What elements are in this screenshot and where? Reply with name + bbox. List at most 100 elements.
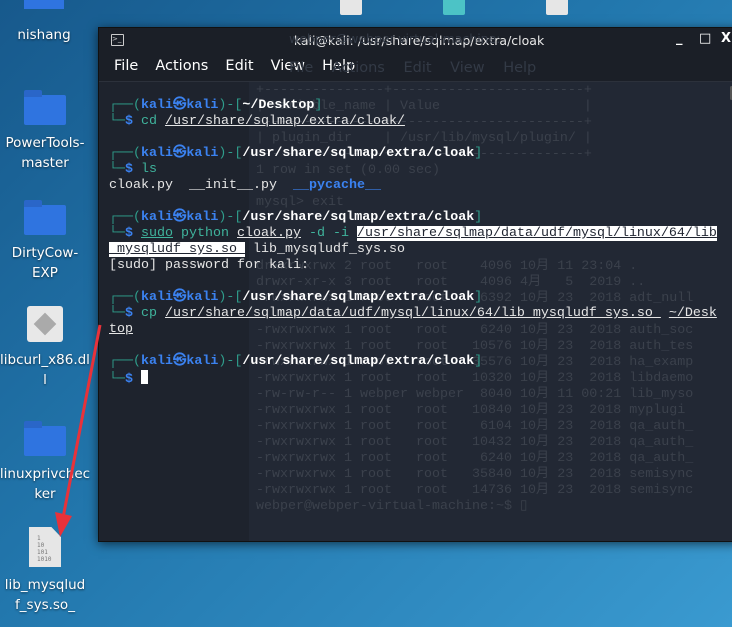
icon-label: PowerTools-master (5, 135, 85, 171)
terminal-text: ls (141, 162, 157, 177)
terminal-text: __pycache__ (292, 178, 381, 193)
glyph-text: 1010 (37, 556, 52, 563)
terminal-text: $ (125, 162, 141, 177)
desktop-icon-dirtycow[interactable]: DirtyCow-EXP (0, 200, 93, 283)
icon-label: libcurl_x86.dll (0, 352, 90, 388)
minimize-button[interactable]: _ (676, 31, 683, 46)
terminal-text: /usr/share/sqlmap/extra/cloak (242, 290, 475, 305)
background-window-line: -rwxrwxrwx 1 root root 14736 10月 23 2018… (256, 483, 694, 498)
background-window-line: -rwxrwxrwx 1 root root 35840 10月 23 2018… (256, 467, 694, 482)
terminal-text: /usr/share/sqlmap/extra/cloak (242, 146, 475, 161)
terminal-line: top (109, 322, 717, 338)
background-window-line: webper@webper-virtual-machine:~$ ▯ (256, 499, 528, 514)
terminal-text: cp (141, 306, 165, 321)
background-window-line: -rwxrwxrwx 1 root root 6240 10月 23 2018 … (256, 451, 694, 466)
background-window-line: -rw-rw-r-- 1 webper webper 8040 10月 11 0… (256, 387, 694, 402)
terminal-line: ┌──(kali㉿kali)-[/usr/share/sqlmap/extra/… (109, 354, 717, 370)
terminal-text: )-[ (218, 354, 243, 369)
icon-label: linuxprivchecker (0, 466, 91, 502)
terminal-text: kali㉿kali (141, 210, 219, 225)
terminal-text: ~/Desktop (242, 98, 315, 113)
terminal-text: └─ (109, 372, 125, 387)
desktop-icon-linuxprivchecker[interactable]: linuxprivchecker (0, 421, 93, 504)
terminal-line: ┌──(kali㉿kali)-[/usr/share/sqlmap/extra/… (109, 290, 717, 306)
terminal-text: ┌──( (109, 146, 141, 161)
terminal-text: /usr/share/sqlmap/extra/cloak (242, 210, 475, 225)
background-window-title: webper@webper-virtual-machine: (289, 31, 501, 46)
close-button[interactable]: X (721, 31, 731, 46)
partial-app-icon[interactable] (443, 0, 465, 15)
binary-file-icon: 1 10 101 1010 (29, 527, 61, 567)
terminal-text: -d -i (301, 226, 357, 241)
terminal-text: ┌──( (109, 98, 141, 113)
terminal-text: ] (314, 98, 323, 113)
background-window-line: -rwxrwxrwx 1 root root 10432 10月 23 2018… (256, 435, 694, 450)
terminal-text: $ (125, 226, 141, 241)
terminal-text: kali㉿kali (141, 146, 219, 161)
terminal-output[interactable]: ┌──(kali㉿kali)-[~/Desktop] └─$ cd /usr/sh… (109, 98, 717, 387)
folder-icon (24, 421, 66, 456)
background-window-menu: File Actions Edit View Help (289, 60, 536, 76)
cursor (141, 370, 148, 384)
desktop-icon-libcurl[interactable]: libcurl_x86.dll (0, 306, 93, 390)
glyph-text: 1 (37, 535, 41, 542)
terminal-line: └─$ sudo python cloak.py -d -i /usr/shar… (109, 226, 717, 242)
terminal-line: [sudo] password for kali: (109, 258, 717, 274)
folder-icon (24, 90, 66, 125)
terminal-text: └─ (109, 306, 125, 321)
terminal-text: ┌──( (109, 290, 141, 305)
terminal-text: /usr/share/sqlmap/data/udf/mysql/linux/6… (357, 226, 717, 241)
terminal-text: )-[ (218, 210, 243, 225)
terminal-text: /usr/share/sqlmap/extra/cloak/ (165, 114, 405, 129)
maximize-button[interactable]: □ (699, 31, 711, 46)
terminal-text: _mysqludf_sys.so (109, 242, 245, 257)
terminal-text: cd (141, 114, 165, 129)
terminal-line: └─$ (109, 370, 717, 387)
menu-file[interactable]: File (114, 58, 138, 74)
terminal-line: └─$ cp /usr/share/sqlmap/data/udf/mysql/… (109, 306, 717, 322)
terminal-text: kali㉿kali (141, 290, 219, 305)
background-window-line: -rwxrwxrwx 1 root root 10840 10月 23 2018… (256, 403, 686, 418)
bg-menu-item: Actions (331, 60, 385, 76)
terminal-text: ┌──( (109, 354, 141, 369)
terminal-text: sudo (141, 226, 173, 241)
terminal-text: └─ (109, 226, 125, 241)
menu-actions[interactable]: Actions (155, 58, 208, 74)
terminal-text: lib_mysqludf_sys.so (244, 242, 405, 257)
menu-edit[interactable]: Edit (225, 58, 253, 74)
desktop-icon-powertools[interactable]: PowerTools-master (0, 90, 93, 173)
terminal-text: └─ (109, 162, 125, 177)
terminal-text: └─ (109, 114, 125, 129)
icon-label: lib_mysqludf_sys.so_ (4, 577, 86, 613)
partial-file-icon[interactable] (546, 0, 568, 15)
terminal-text: $ (125, 114, 141, 129)
terminal-text: kali㉿kali (141, 98, 219, 113)
terminal-text: ] (474, 146, 483, 161)
terminal-text: ] (474, 210, 483, 225)
terminal-window[interactable]: >_ kali@kali: /usr/share/sqlmap/extra/cl… (98, 27, 732, 542)
glyph-text: 10 (37, 542, 45, 549)
icon-label: nishang (17, 27, 71, 43)
terminal-line: ┌──(kali㉿kali)-[~/Desktop] (109, 98, 717, 114)
terminal-text: kali㉿kali (141, 354, 219, 369)
terminal-line: ┌──(kali㉿kali)-[/usr/share/sqlmap/extra/… (109, 146, 717, 162)
terminal-line: └─$ cd /usr/share/sqlmap/extra/cloak/ (109, 114, 717, 130)
desktop-icon-lib-mysqludf[interactable]: 1 10 101 1010 lib_mysqludf_sys.so_ (0, 527, 93, 615)
terminal-text: ~/Desk (668, 306, 717, 321)
dll-file-icon (27, 306, 63, 342)
terminal-text: ] (474, 290, 483, 305)
partial-file-icon[interactable] (340, 0, 362, 15)
bg-menu-item: File (289, 60, 314, 76)
terminal-line: └─$ ls (109, 162, 717, 178)
terminal-text: /usr/share/sqlmap/extra/cloak (242, 354, 475, 369)
desktop-icon-nishang[interactable]: nishang (0, 25, 92, 45)
bg-menu-item: Help (503, 60, 537, 76)
folder-icon (24, 0, 64, 9)
terminal-line: cloak.py __init__.py __pycache__ (109, 178, 717, 194)
terminal-text: top (109, 322, 133, 337)
